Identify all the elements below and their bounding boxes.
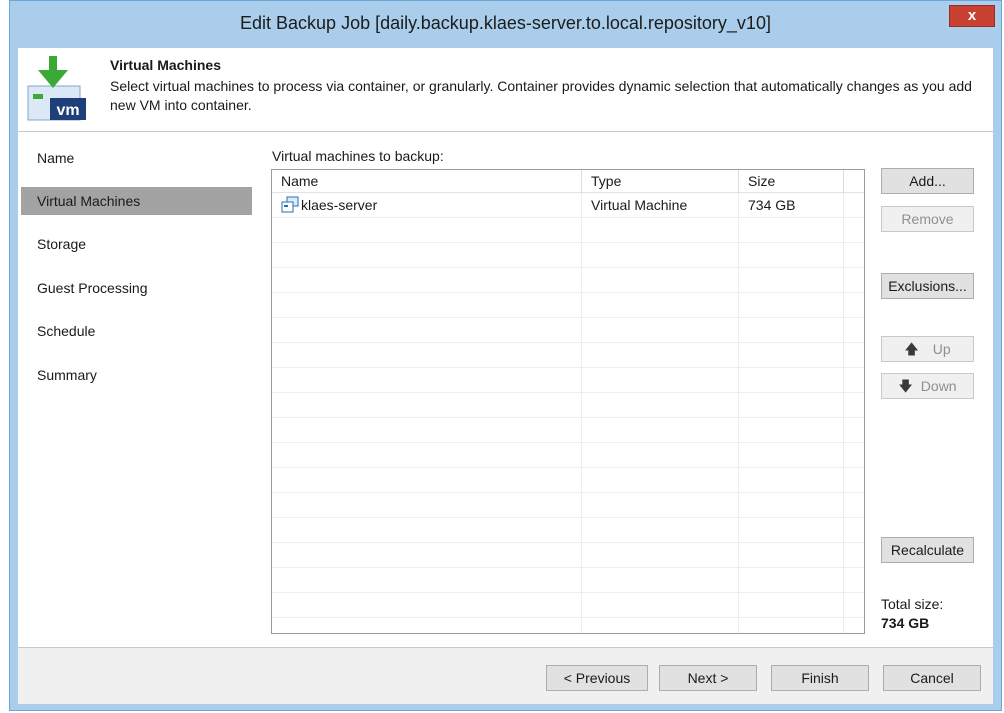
vm-list-grid[interactable]: Name Type Size klaes-server Virtual Mach…	[271, 169, 865, 634]
grid-row-line	[272, 542, 864, 543]
grid-row-line	[272, 292, 864, 293]
grid-row-line	[272, 442, 864, 443]
recalculate-button[interactable]: Recalculate	[881, 537, 974, 563]
step-name[interactable]: Name	[21, 144, 252, 172]
vm-list-label: Virtual machines to backup:	[272, 148, 444, 164]
title-bar[interactable]: Edit Backup Job [daily.backup.klaes-serv…	[10, 1, 1001, 48]
step-description: Select virtual machines to process via c…	[110, 78, 972, 113]
close-button[interactable]: x	[949, 5, 995, 27]
grid-row-line	[272, 317, 864, 318]
grid-row-line	[272, 392, 864, 393]
column-header-type[interactable]: Type	[582, 170, 739, 193]
grid-row-line	[272, 517, 864, 518]
grid-row-line	[272, 342, 864, 343]
grid-column-divider	[843, 170, 844, 633]
arrow-down-icon: 🡇	[898, 378, 913, 394]
step-title: Virtual Machines	[110, 57, 222, 73]
dialog-window: Edit Backup Job [daily.backup.klaes-serv…	[9, 0, 1002, 711]
finish-button[interactable]: Finish	[771, 665, 869, 691]
step-summary[interactable]: Summary	[21, 361, 252, 389]
wizard-footer: < Previous Next > Finish Cancel	[18, 647, 993, 704]
step-schedule[interactable]: Schedule	[21, 317, 252, 345]
wizard-steps-sidebar: Name Virtual Machines Storage Guest Proc…	[18, 133, 255, 647]
cancel-button[interactable]: Cancel	[883, 665, 981, 691]
column-header-size[interactable]: Size	[739, 170, 844, 193]
step-content: Virtual machines to backup: Name Type Si…	[255, 133, 993, 647]
down-button-label: Down	[920, 378, 957, 394]
total-size-label: Total size:	[881, 596, 944, 612]
grid-row-line	[272, 242, 864, 243]
up-button[interactable]: 🡅 Up	[881, 336, 974, 362]
grid-row-line	[272, 617, 864, 618]
down-button[interactable]: 🡇 Down	[881, 373, 974, 399]
grid-row-line	[272, 492, 864, 493]
grid-row-line	[272, 367, 864, 368]
next-button[interactable]: Next >	[659, 665, 757, 691]
column-header-name[interactable]: Name	[272, 170, 582, 193]
grid-row-line	[272, 217, 864, 218]
svg-text:vm: vm	[56, 102, 79, 119]
grid-row-line	[272, 467, 864, 468]
up-button-label: Up	[932, 341, 951, 357]
grid-column-divider	[738, 170, 739, 633]
vm-row-size: 734 GB	[748, 197, 796, 213]
step-virtual-machines[interactable]: Virtual Machines	[21, 187, 252, 215]
grid-row-line	[272, 417, 864, 418]
virtual-machine-backup-icon: vm	[27, 56, 86, 121]
vm-row-name[interactable]: klaes-server	[301, 194, 377, 216]
grid-row-line	[272, 267, 864, 268]
grid-header: Name Type Size	[272, 170, 864, 193]
total-size-value: 734 GB	[881, 615, 930, 631]
wizard-header: vm Virtual Machines Select virtual machi…	[18, 48, 993, 132]
vm-row-type: Virtual Machine	[591, 197, 688, 213]
grid-row-line	[272, 567, 864, 568]
step-guest-processing[interactable]: Guest Processing	[21, 274, 252, 302]
virtual-machine-icon	[281, 196, 299, 213]
remove-button[interactable]: Remove	[881, 206, 974, 232]
dialog-client-area: vm Virtual Machines Select virtual machi…	[18, 48, 993, 704]
exclusions-button[interactable]: Exclusions...	[881, 273, 974, 299]
grid-column-divider	[581, 170, 582, 633]
step-storage[interactable]: Storage	[21, 230, 252, 258]
previous-button[interactable]: < Previous	[546, 665, 648, 691]
grid-row-line	[272, 592, 864, 593]
window-title: Edit Backup Job [daily.backup.klaes-serv…	[240, 13, 771, 33]
arrow-up-icon: 🡅	[904, 341, 919, 357]
add-button[interactable]: Add...	[881, 168, 974, 194]
